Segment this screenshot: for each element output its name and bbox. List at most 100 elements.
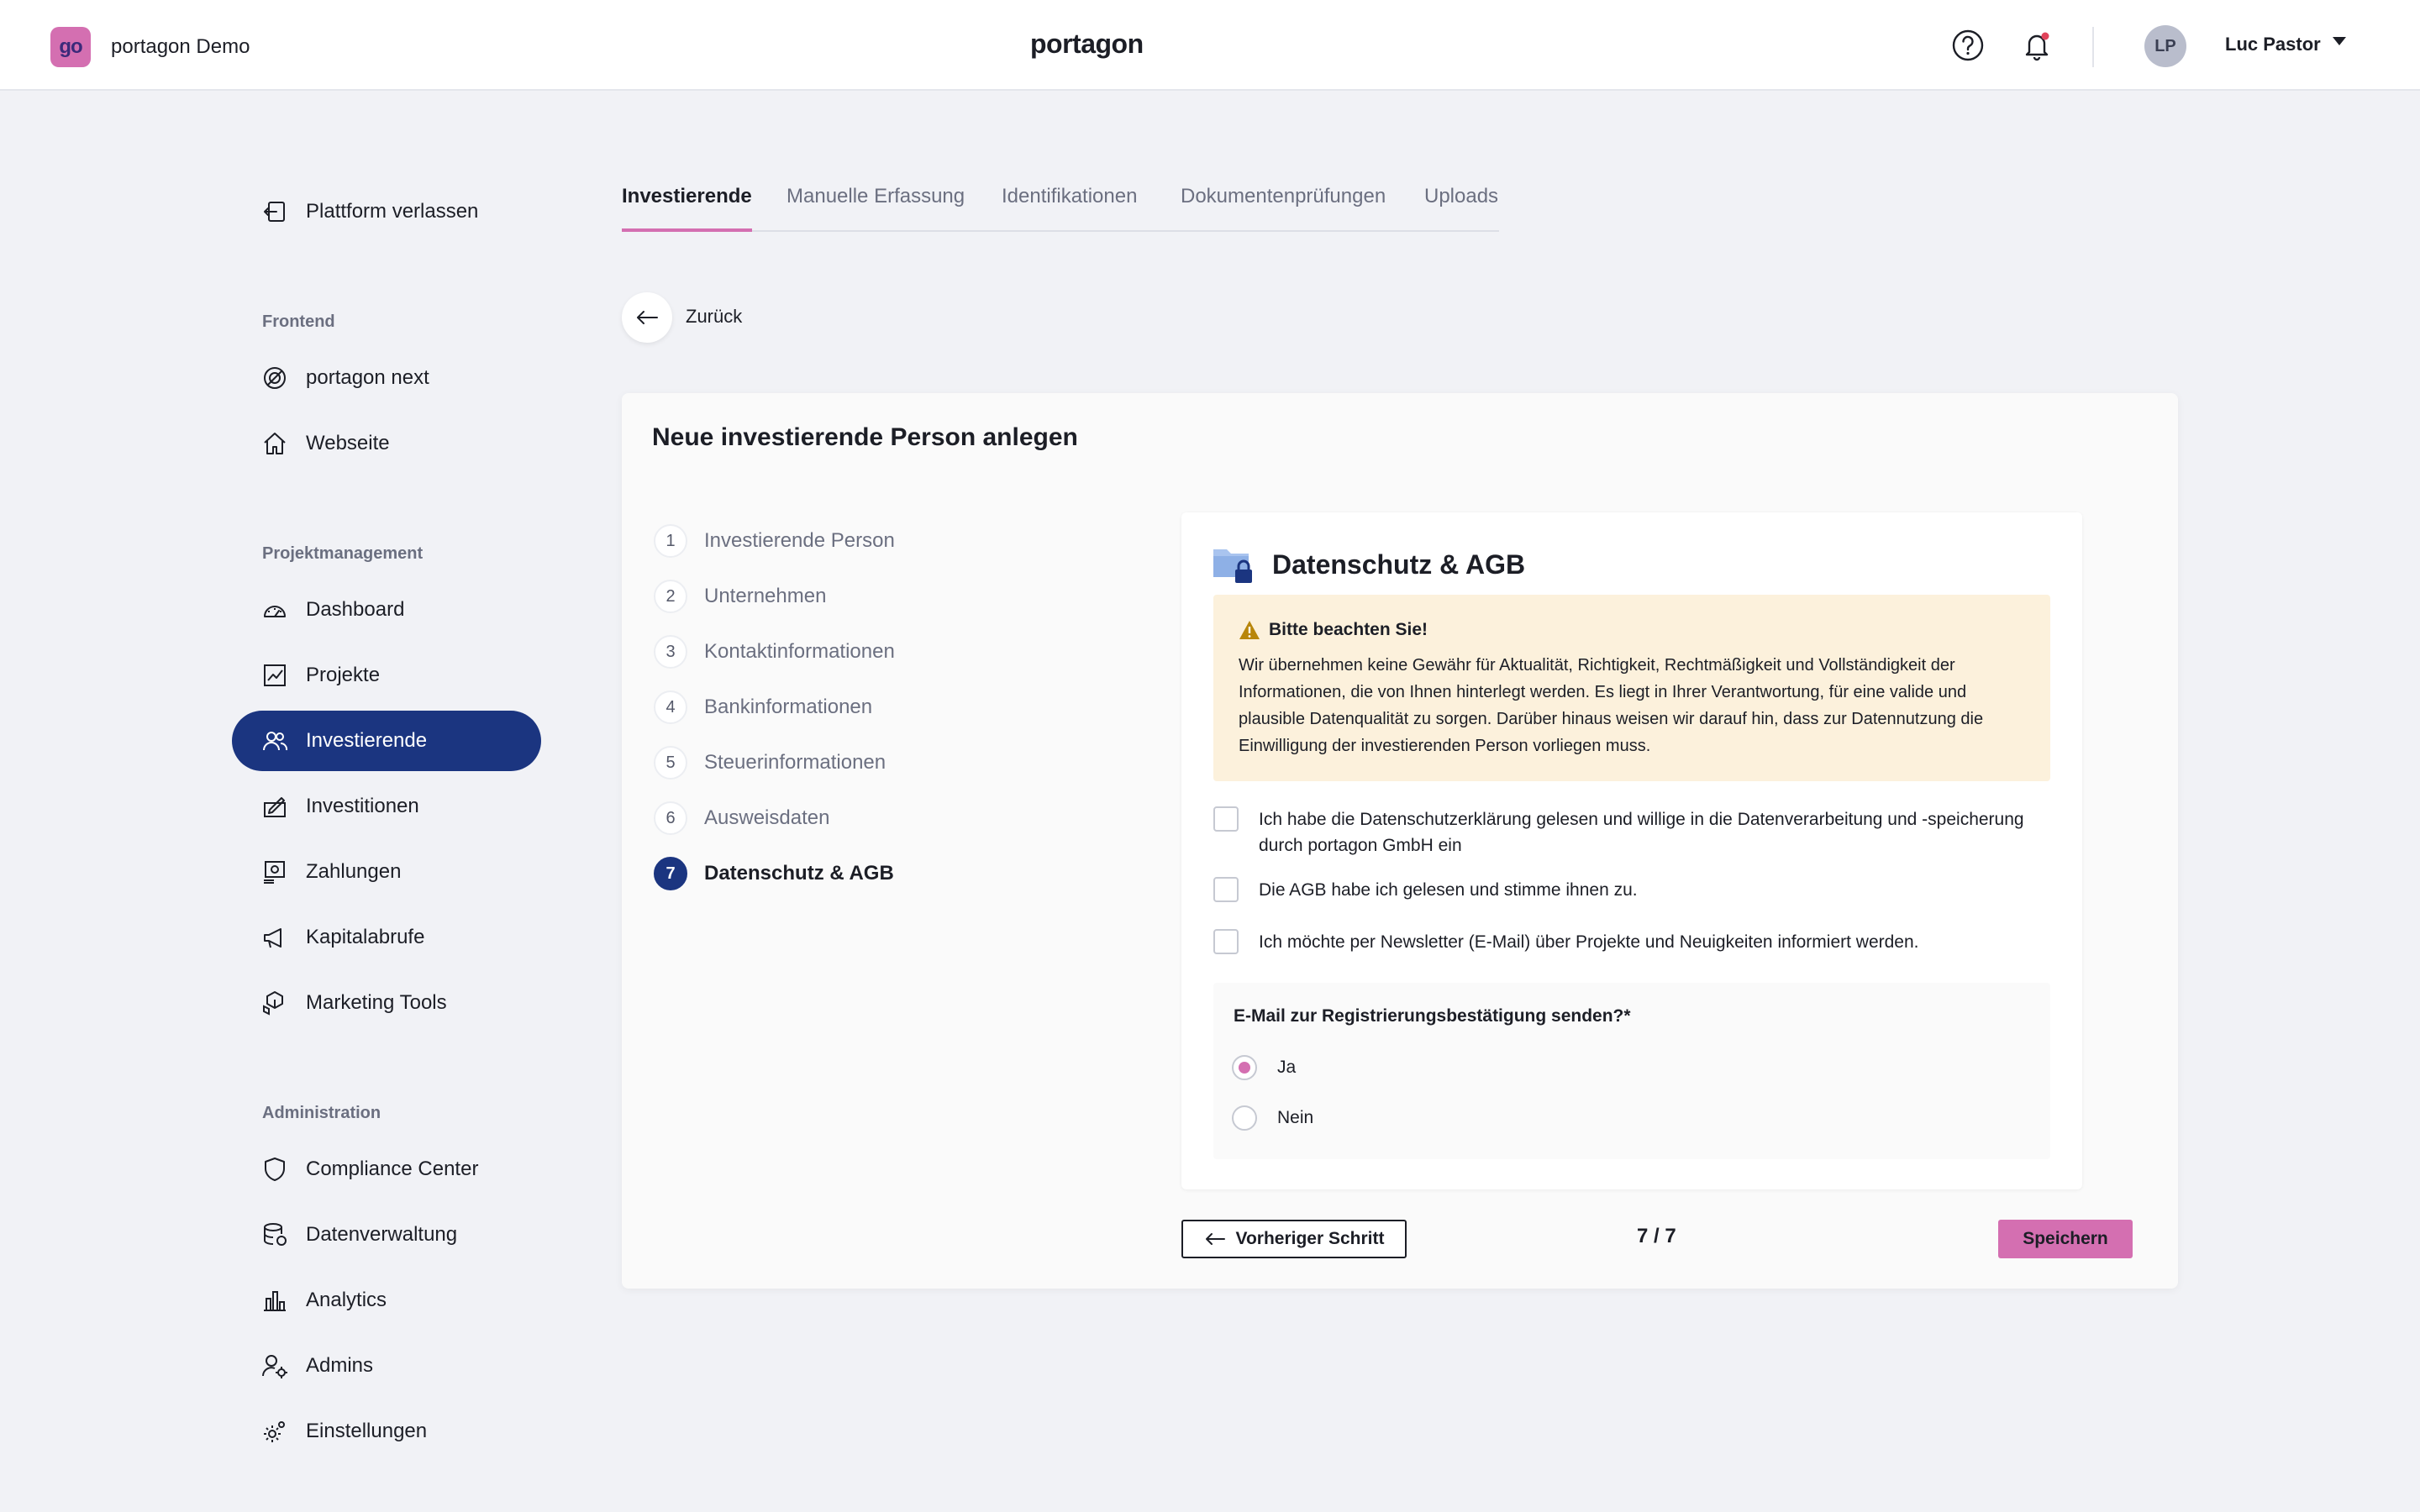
tab-manual-entry[interactable]: Manuelle Erfassung	[786, 185, 965, 232]
step-label: Ausweisdaten	[704, 806, 830, 829]
exit-icon	[260, 197, 289, 226]
sidebar-item-label: Analytics	[306, 1289, 387, 1311]
warning-icon	[1239, 620, 1260, 640]
sidebar-item-projects[interactable]: Projekte	[232, 645, 541, 706]
users-icon	[260, 727, 289, 755]
step-item[interactable]: 3 Kontaktinformationen	[654, 635, 895, 669]
step-label: Datenschutz & AGB	[704, 862, 894, 885]
chart-icon	[260, 661, 289, 690]
privacy-consent-checkbox[interactable]	[1213, 806, 1239, 832]
privacy-consent-checkbox-row[interactable]: Ich habe die Datenschutzerklärung gelese…	[1213, 806, 2054, 858]
terms-checkbox-row[interactable]: Die AGB habe ich gelesen und stimme ihne…	[1213, 877, 2054, 903]
user-name[interactable]: Luc Pastor	[2225, 34, 2321, 55]
newsletter-checkbox-row[interactable]: Ich möchte per Newsletter (E-Mail) über …	[1213, 929, 2054, 955]
checkbox-label: Ich möchte per Newsletter (E-Mail) über …	[1259, 932, 1919, 952]
step-counter: 7 / 7	[1637, 1225, 1676, 1247]
step-number: 7	[654, 857, 687, 890]
payments-icon	[260, 858, 289, 886]
notice-text: Wir übernehmen keine Gewähr für Aktualit…	[1239, 656, 1984, 755]
save-button[interactable]: Speichern	[1998, 1220, 2133, 1258]
sidebar-item-marketing-tools[interactable]: Marketing Tools	[232, 973, 541, 1033]
signature-icon	[260, 792, 289, 821]
sidebar-item-capital-calls[interactable]: Kapitalabrufe	[232, 907, 541, 968]
notice-title: Bitte beachten Sie!	[1269, 620, 1428, 639]
sidebar-item-label: Marketing Tools	[306, 991, 447, 1014]
step-item[interactable]: 1 Investierende Person	[654, 524, 895, 558]
sidebar-item-data-management[interactable]: Datenverwaltung	[232, 1205, 541, 1265]
gear-icon	[260, 1417, 289, 1446]
step-number: 3	[654, 635, 687, 669]
org-name[interactable]: portagon Demo	[111, 35, 250, 59]
sidebar-item-website[interactable]: Webseite	[232, 413, 541, 474]
shield-icon	[260, 1155, 289, 1184]
radio-option-no[interactable]: Nein	[1232, 1105, 1313, 1131]
previous-step-label: Vorheriger Schritt	[1235, 1229, 1385, 1248]
sidebar-item-analytics[interactable]: Analytics	[232, 1270, 541, 1331]
checkbox-label: Die AGB habe ich gelesen und stimme ihne…	[1259, 880, 1638, 900]
section-project-management: Projektmanagement	[262, 544, 424, 563]
step-item[interactable]: 6 Ausweisdaten	[654, 801, 829, 835]
sidebar-item-label: Zahlungen	[306, 860, 402, 883]
back-label[interactable]: Zurück	[686, 306, 742, 328]
step-item[interactable]: 4 Bankinformationen	[654, 690, 872, 724]
help-icon[interactable]	[1949, 27, 1986, 64]
chevron-down-icon[interactable]	[2333, 37, 2346, 45]
sidebar-item-label: Webseite	[306, 432, 390, 454]
brand-logo: portagon	[1030, 29, 1144, 59]
sidebar-item-label: Dashboard	[306, 598, 405, 621]
sidebar-item-label: Investitionen	[306, 795, 419, 817]
cubes-icon	[260, 989, 289, 1017]
gauge-icon	[260, 596, 289, 624]
step-label: Unternehmen	[704, 585, 827, 607]
sidebar-item-label: Admins	[306, 1354, 374, 1377]
page-title: Neue investierende Person anlegen	[652, 423, 1078, 451]
sidebar-item-label: Einstellungen	[306, 1420, 428, 1442]
tab-bar: Investierende Manuelle Erfassung Identif…	[622, 180, 1499, 232]
step-item[interactable]: 2 Unternehmen	[654, 580, 826, 613]
sidebar-item-compliance-center[interactable]: Compliance Center	[232, 1139, 541, 1200]
sidebar-item-label: Projekte	[306, 664, 381, 686]
sidebar-item-investors[interactable]: Investierende	[232, 711, 541, 771]
back-button[interactable]	[622, 292, 672, 343]
top-bar: go portagon Demo portagon LP Luc Pastor	[0, 0, 2420, 91]
terms-checkbox[interactable]	[1213, 877, 1239, 902]
tab-investors[interactable]: Investierende	[622, 185, 752, 232]
sidebar-item-portagon-next[interactable]: portagon next	[232, 348, 541, 408]
radio-yes[interactable]	[1232, 1055, 1257, 1080]
step-item[interactable]: 5 Steuerinformationen	[654, 746, 886, 780]
sidebar-item-exit-platform[interactable]: Plattform verlassen	[232, 181, 541, 242]
notification-bell-icon[interactable]	[2018, 27, 2055, 64]
form-card: Neue investierende Person anlegen 1 Inve…	[622, 393, 2178, 1289]
sidebar-item-settings[interactable]: Einstellungen	[232, 1401, 541, 1462]
step-label: Investierende Person	[704, 529, 895, 552]
sidebar-item-label: portagon next	[306, 366, 429, 389]
sidebar-item-label: Plattform verlassen	[306, 200, 479, 223]
step-number: 5	[654, 746, 687, 780]
avatar[interactable]: LP	[2144, 25, 2186, 67]
radio-no[interactable]	[1232, 1105, 1257, 1131]
sidebar-item-label: Datenverwaltung	[306, 1223, 458, 1246]
notice-box: Bitte beachten Sie! Wir übernehmen keine…	[1213, 595, 2050, 781]
step-item-active[interactable]: 7 Datenschutz & AGB	[654, 857, 894, 890]
home-icon	[260, 429, 289, 458]
tab-identifications[interactable]: Identifikationen	[1002, 185, 1137, 232]
sidebar-item-payments[interactable]: Zahlungen	[232, 842, 541, 902]
newsletter-checkbox[interactable]	[1213, 929, 1239, 954]
step-number: 6	[654, 801, 687, 835]
org-logo[interactable]: go	[50, 27, 91, 67]
tab-uploads[interactable]: Uploads	[1424, 185, 1498, 232]
arrow-left-icon	[1204, 1232, 1226, 1246]
megaphone-icon	[260, 923, 289, 952]
sidebar-item-investments[interactable]: Investitionen	[232, 776, 541, 837]
step-label: Kontaktinformationen	[704, 640, 895, 663]
locked-folder-icon	[1212, 543, 1255, 586]
checkbox-label: Ich habe die Datenschutzerklärung gelese…	[1259, 810, 2024, 855]
header-divider	[2092, 27, 2094, 67]
previous-step-button[interactable]: Vorheriger Schritt	[1181, 1220, 1407, 1258]
sidebar-item-dashboard[interactable]: Dashboard	[232, 580, 541, 640]
tab-document-checks[interactable]: Dokumentenprüfungen	[1181, 185, 1386, 232]
sidebar-item-admins[interactable]: Admins	[232, 1336, 541, 1396]
radio-question: E-Mail zur Registrierungsbestätigung sen…	[1234, 1006, 1631, 1026]
radio-option-yes[interactable]: Ja	[1232, 1055, 1296, 1080]
step-number: 1	[654, 524, 687, 558]
